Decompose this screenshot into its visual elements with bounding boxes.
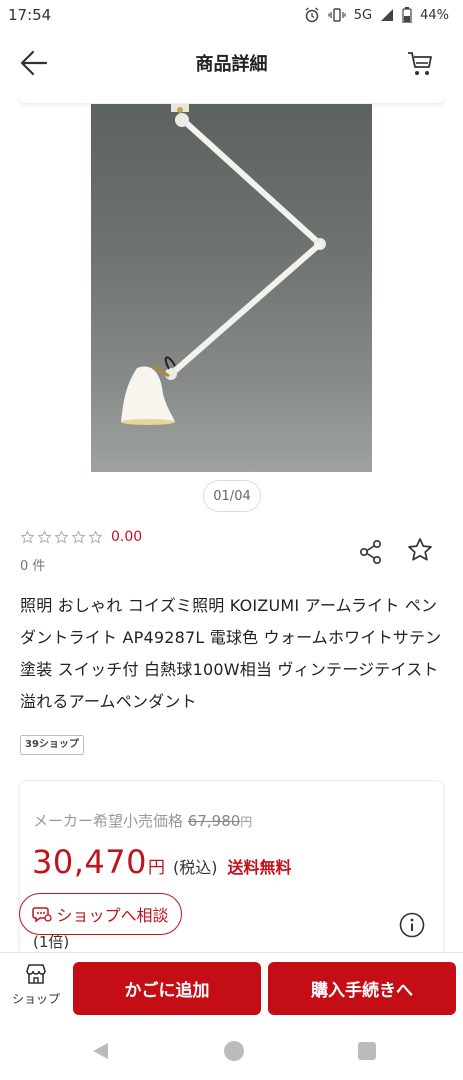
rating-value: 0.00 bbox=[111, 529, 143, 545]
info-button[interactable] bbox=[399, 912, 425, 938]
price-value: 30,470 bbox=[32, 843, 147, 881]
shop-nav-button[interactable]: ショップ bbox=[6, 962, 66, 1012]
system-recents-button[interactable] bbox=[358, 1042, 376, 1060]
msrp-row: メーカー希望小売価格 67,980円 bbox=[33, 810, 252, 831]
share-icon bbox=[359, 539, 381, 564]
info-icon bbox=[399, 912, 425, 938]
quantity-note: (1倍) bbox=[33, 933, 70, 951]
shop-tag: 39ショップ bbox=[20, 735, 84, 755]
shop-consult-label: ショップへ相談 bbox=[56, 906, 169, 925]
status-time: 17:54 bbox=[8, 6, 52, 24]
price-row: 30,470 円 (税込) 送料無料 bbox=[32, 843, 291, 881]
add-to-cart-button[interactable]: かごに追加 bbox=[73, 962, 261, 1015]
msrp-unit: 円 bbox=[240, 815, 253, 829]
star-outline-icon bbox=[408, 538, 432, 561]
shop-icon bbox=[26, 964, 46, 984]
card-edge bbox=[18, 96, 445, 104]
battery-label: 44% bbox=[420, 7, 449, 23]
star-empty-icon bbox=[88, 529, 103, 544]
network-label: 5G bbox=[353, 7, 373, 23]
alarm-icon bbox=[305, 7, 319, 23]
star-empty-icon bbox=[54, 529, 69, 544]
star-empty-icon bbox=[20, 529, 35, 544]
triangle-back-icon bbox=[93, 1043, 108, 1059]
system-home-button[interactable] bbox=[224, 1041, 244, 1061]
product-title: 照明 おしゃれ コイズミ照明 KOIZUMI アームライト ペンダントライト A… bbox=[20, 596, 442, 711]
page-title: 商品詳細 bbox=[195, 54, 268, 75]
shipping-label: 送料無料 bbox=[227, 858, 292, 877]
star-empty-icon bbox=[71, 529, 86, 544]
msrp-label: メーカー希望小売価格 bbox=[33, 812, 184, 830]
signal-icon bbox=[381, 9, 394, 21]
msrp-value: 67,980 bbox=[187, 812, 241, 830]
cart-button[interactable] bbox=[405, 48, 435, 78]
tax-label: (税込) bbox=[172, 858, 218, 877]
rating-row: 0.00 bbox=[20, 529, 142, 545]
status-bar: 17:54 5G 44% bbox=[0, 0, 463, 30]
favorite-button[interactable] bbox=[406, 536, 434, 564]
battery-icon bbox=[402, 7, 412, 23]
shop-nav-label: ショップ bbox=[11, 992, 60, 1006]
price-unit: 円 bbox=[147, 858, 165, 878]
share-button[interactable] bbox=[357, 538, 385, 566]
product-image[interactable] bbox=[91, 104, 372, 472]
star-empty-icon bbox=[37, 529, 52, 544]
chat-icon bbox=[32, 907, 53, 923]
cart-icon bbox=[408, 52, 432, 75]
status-icons: 5G 44% bbox=[304, 7, 449, 23]
checkout-button[interactable]: 購入手続きへ bbox=[268, 962, 456, 1015]
review-count[interactable]: 0 件 bbox=[20, 555, 45, 574]
image-pager: 01/04 bbox=[203, 480, 261, 512]
shop-consult-button[interactable]: ショップへ相談 bbox=[19, 893, 182, 935]
vibrate-icon bbox=[328, 8, 346, 22]
system-back-button[interactable] bbox=[90, 1041, 110, 1061]
pendant-lamp-illustration bbox=[121, 104, 326, 425]
arrow-left-icon bbox=[20, 50, 48, 76]
back-button[interactable] bbox=[18, 49, 50, 77]
app-header: 商品詳細 bbox=[0, 30, 463, 96]
